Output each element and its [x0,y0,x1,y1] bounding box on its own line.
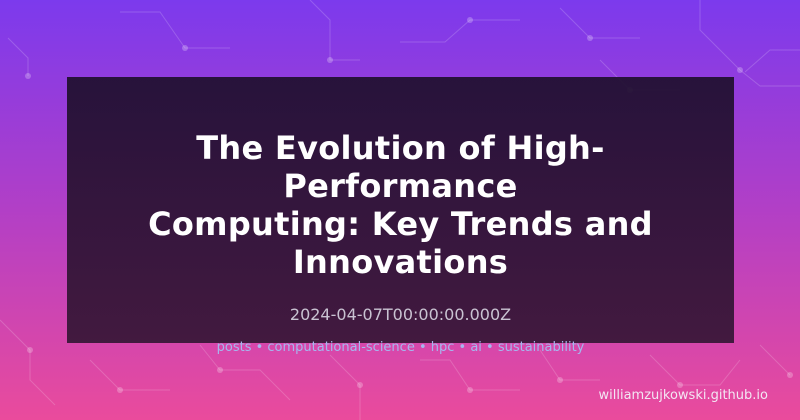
post-tags: posts • computational-science • hpc • ai… [216,340,585,355]
post-title-line-3: Innovations [292,243,509,281]
post-card: The Evolution of High-Performance Comput… [67,77,734,355]
post-title-line-2: Computing: Key Trends and [148,205,653,243]
post-date: 2024-04-07T00:00:00.000Z [289,305,512,324]
post-title-line-1: The Evolution of High-Performance [196,129,605,205]
site-domain: williamzujkowski.github.io [598,388,768,403]
post-title: The Evolution of High-Performance Comput… [87,129,714,281]
